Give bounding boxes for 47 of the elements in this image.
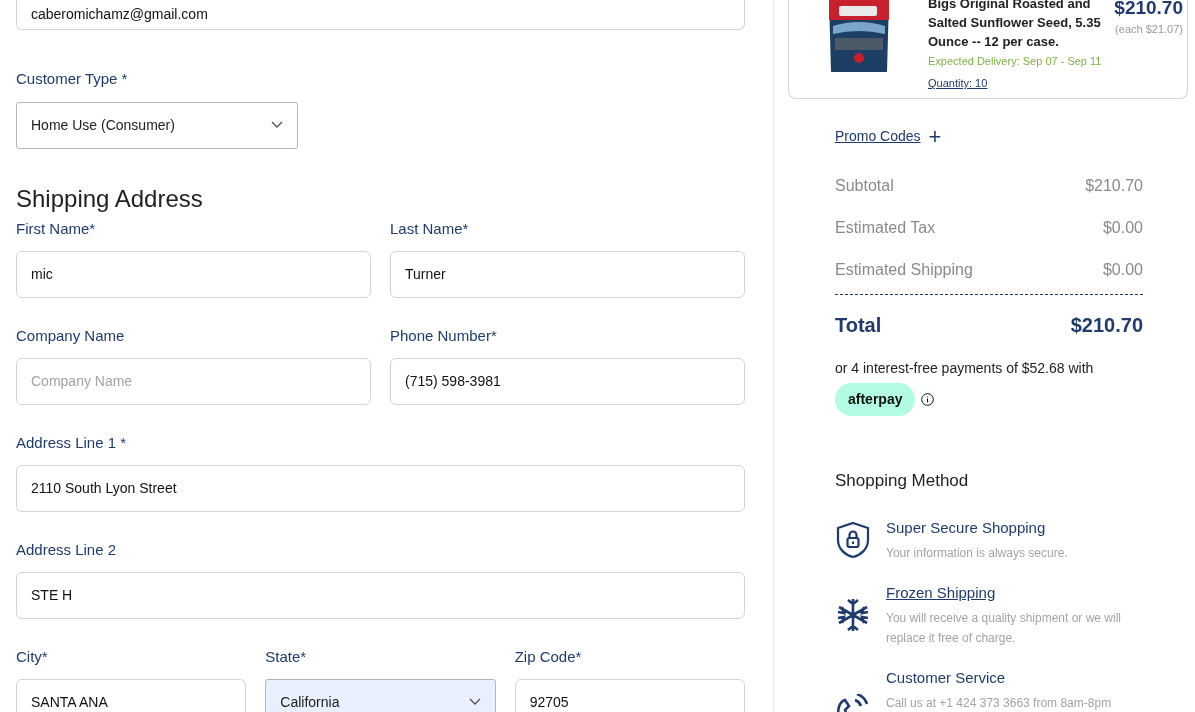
frozen-shipping-link[interactable]: Frozen Shipping <box>886 582 1143 603</box>
section-heading: Shopping Method <box>835 470 970 492</box>
field-label: Phone Number* <box>390 325 498 346</box>
field-label: Customer Type * <box>16 69 129 89</box>
input-field[interactable]: STE H <box>16 571 745 619</box>
state-select[interactable]: California <box>265 678 496 712</box>
summary-value: $0.00 <box>1102 260 1143 280</box>
installment-text: or 4 interest-free payments of $52.68 with <box>835 359 1095 378</box>
summary-value: $0.00 <box>1102 218 1143 238</box>
field-label: Address Line 1 * <box>16 432 128 453</box>
afterpay-badge: afterpay <box>835 383 916 416</box>
product-title: Salted Sunflower Seed, 5.35 <box>928 14 1102 32</box>
total-label: Total <box>835 313 882 338</box>
input-field[interactable]: 92705 <box>514 678 745 712</box>
delivery-estimate: Expected Delivery: Sep 07 - Sep 11 <box>928 54 1103 69</box>
input-field[interactable]: Company Name <box>16 357 371 405</box>
input-field[interactable]: 2110 South Lyon Street <box>16 464 745 512</box>
summary-label: Estimated Shipping <box>835 260 973 280</box>
feature-title: Super Secure Shopping <box>886 517 1047 538</box>
email-field[interactable]: caberomichamz@gmail.com <box>16 0 745 30</box>
feature-description: Call us at +1 424 373 3663 from 8am-8pm <box>886 694 1113 712</box>
feature-description: Your information is always secure. <box>886 544 1069 562</box>
field-label: State* <box>265 646 308 667</box>
customer-type-select[interactable]: Home Use (Consumer) <box>16 101 298 149</box>
summary-value: $210.70 <box>1085 176 1143 196</box>
product-title: Ounce -- 12 per case. <box>928 33 1060 51</box>
field-label: Zip Code* <box>514 646 583 667</box>
field-label: Address Line 2 <box>16 539 118 560</box>
promo-codes-link[interactable]: Promo Codes <box>835 126 921 147</box>
quantity-link[interactable]: Quantity: 10 <box>928 77 988 89</box>
feature-title: Customer Service <box>886 667 1007 688</box>
summary-label: Subtotal <box>835 176 894 196</box>
section-heading: Shipping Address <box>16 183 204 214</box>
field-label: Company Name <box>16 325 126 346</box>
input-field[interactable]: mic <box>16 250 371 298</box>
field-label: Last Name* <box>390 218 470 239</box>
item-price: $210.70 <box>1114 0 1183 18</box>
input-field[interactable]: (715) 598-3981 <box>390 357 745 405</box>
total-value: $210.70 <box>1070 313 1143 338</box>
plus-icon[interactable]: + <box>928 126 942 147</box>
field-label: First Name* <box>16 218 97 239</box>
unit-price: (each $21.07) <box>1114 22 1183 37</box>
summary-label: Estimated Tax <box>835 218 936 238</box>
input-field[interactable]: Turner <box>390 250 745 298</box>
input-field[interactable]: SANTA ANA <box>16 678 247 712</box>
field-label: City* <box>16 646 49 667</box>
feature-description: You will receive a quality shipment or we will replace it free of charge. <box>886 609 1122 647</box>
